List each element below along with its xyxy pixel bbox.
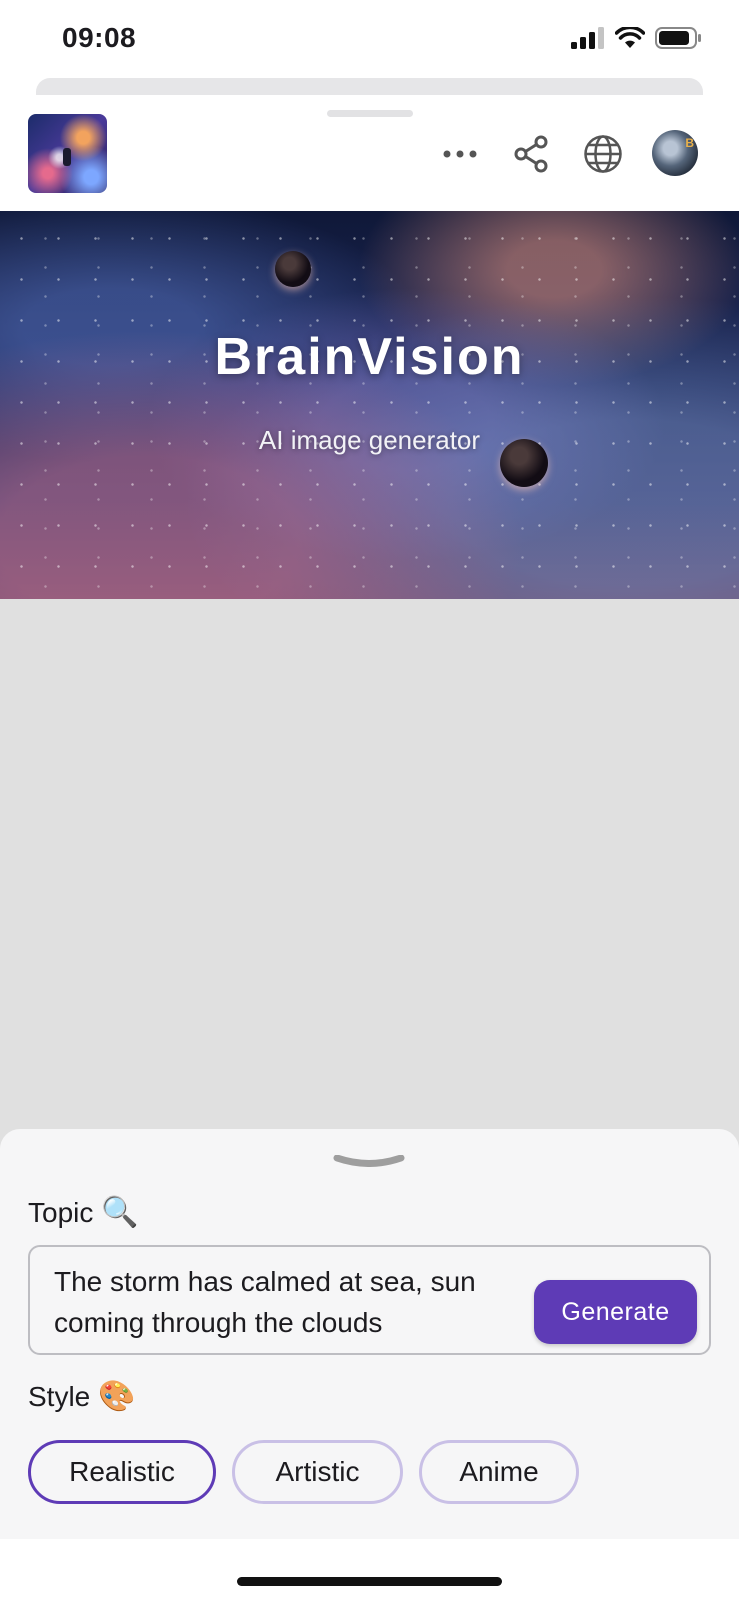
planet-small	[275, 251, 311, 287]
app-thumbnail[interactable]	[28, 114, 107, 193]
hero-stars	[0, 211, 739, 599]
generate-button[interactable]: Generate	[534, 1280, 697, 1344]
style-chip-artistic[interactable]: Artistic	[232, 1440, 403, 1504]
magnifier-icon: 🔍	[101, 1196, 139, 1229]
app-header: B	[0, 110, 739, 210]
style-chip-group: Realistic Artistic Anime	[28, 1440, 579, 1504]
battery-icon	[655, 27, 701, 49]
image-result-area	[0, 599, 739, 1159]
panel-collapse-handle[interactable]	[333, 1155, 405, 1167]
style-chip-anime[interactable]: Anime	[419, 1440, 579, 1504]
hero-title: BrainVision	[214, 328, 525, 386]
topic-label-row: Topic 🔍	[28, 1195, 139, 1230]
globe-icon[interactable]	[581, 132, 625, 176]
more-dots-icon[interactable]	[438, 132, 482, 176]
style-chip-realistic[interactable]: Realistic	[28, 1440, 216, 1504]
thumbnail-figure	[63, 148, 71, 166]
hero-banner: BrainVision AI image generator	[0, 211, 739, 599]
user-avatar[interactable]: B	[652, 130, 698, 176]
app-screen: 09:08 B BrainVision AI image generator T…	[0, 0, 739, 1600]
style-label-row: Style 🎨	[28, 1379, 136, 1414]
status-icons	[571, 26, 703, 50]
topic-input-text[interactable]: The storm has calmed at sea, sun coming …	[54, 1261, 514, 1343]
style-label: Style	[28, 1380, 91, 1412]
share-icon[interactable]	[510, 132, 554, 176]
topic-label: Topic	[28, 1196, 94, 1228]
home-indicator[interactable]	[237, 1577, 502, 1586]
topic-input[interactable]: The storm has calmed at sea, sun coming …	[28, 1245, 711, 1355]
status-time: 09:08	[62, 22, 137, 53]
status-bar: 09:08	[0, 0, 739, 78]
wifi-icon	[615, 27, 645, 48]
generator-panel: Topic 🔍 The storm has calmed at sea, sun…	[0, 1129, 739, 1539]
palette-icon: 🎨	[98, 1380, 136, 1413]
hero-subtitle: AI image generator	[258, 425, 481, 455]
avatar-badge: B	[685, 136, 694, 150]
cellular-signal-icon	[571, 27, 604, 49]
